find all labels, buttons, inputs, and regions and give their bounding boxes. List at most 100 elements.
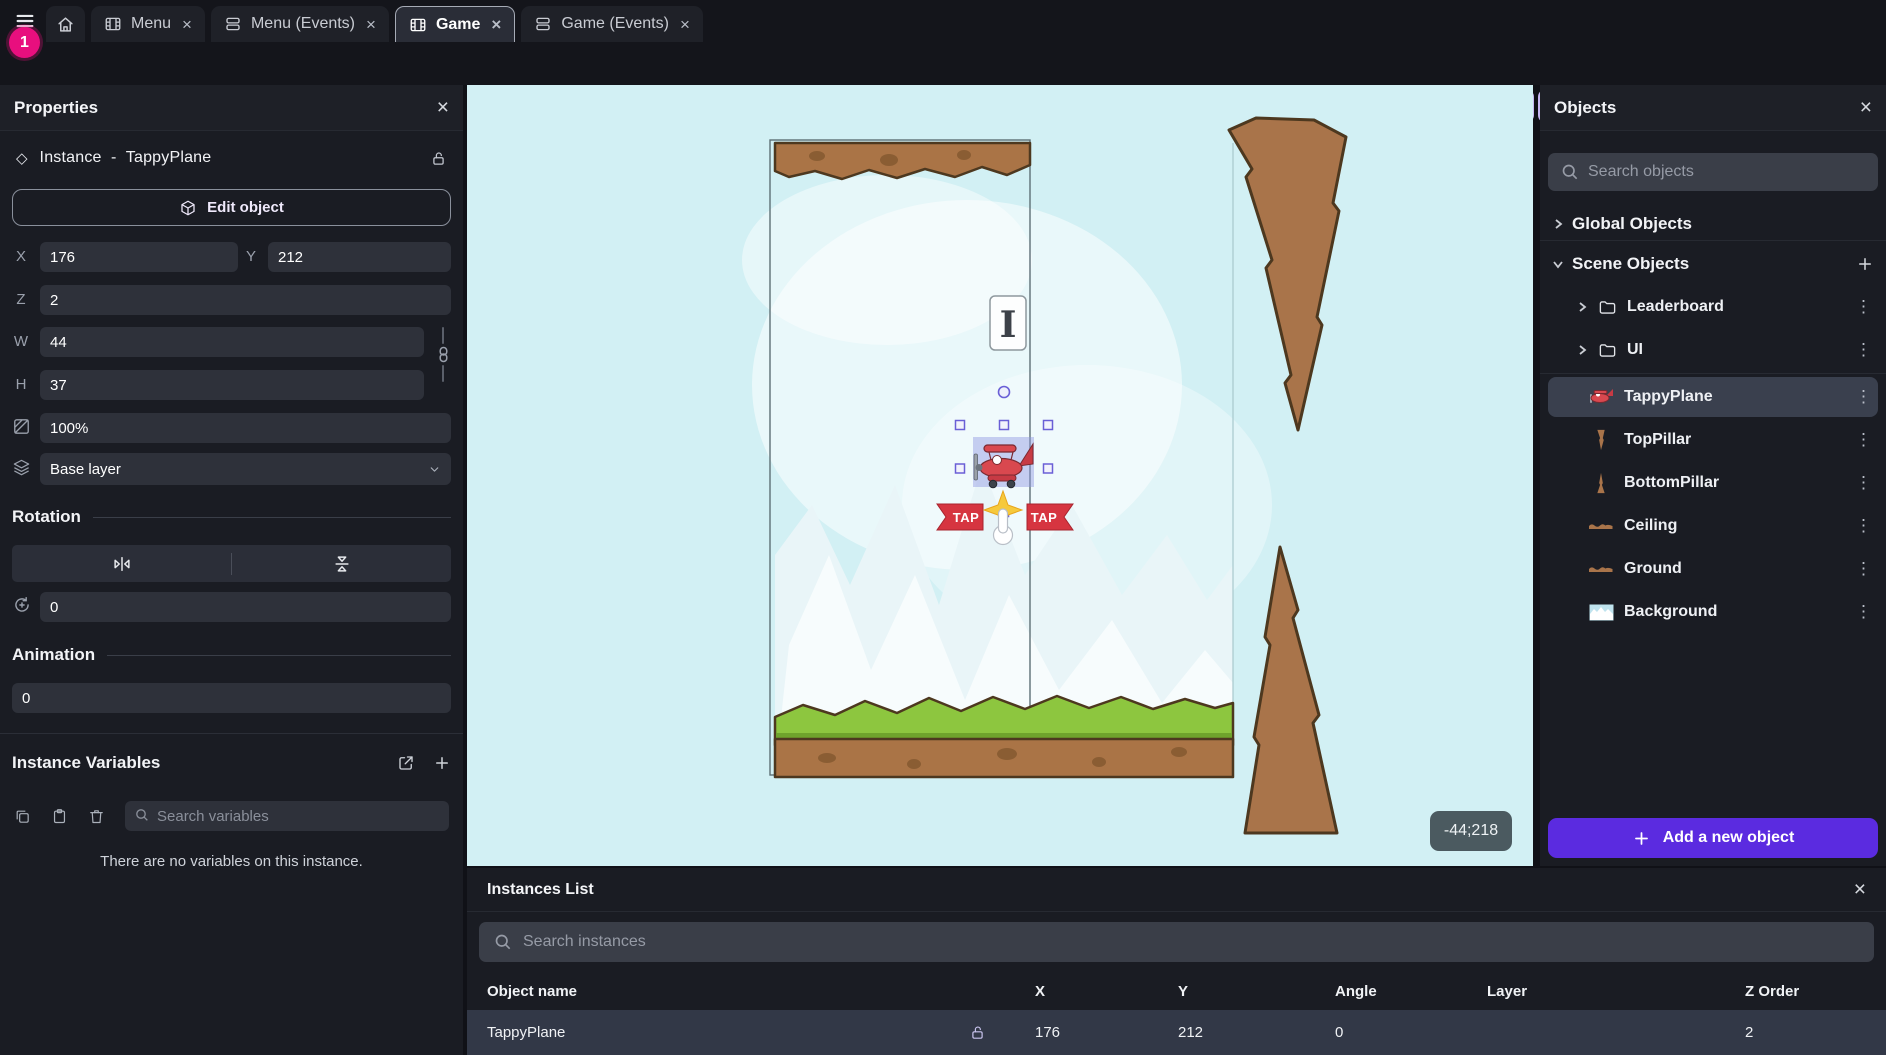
chevron-right-icon bbox=[1576, 301, 1588, 313]
object-row-toppillar[interactable]: TopPillar ⋮ bbox=[1548, 421, 1878, 459]
tab-bar: Menu × Menu (Events) × Game × Game (Even… bbox=[0, 0, 1886, 43]
tappyplane-instance[interactable] bbox=[973, 437, 1034, 488]
kebab-icon[interactable]: ⋮ bbox=[1855, 340, 1872, 360]
object-row-ground[interactable]: Ground ⋮ bbox=[1548, 550, 1878, 588]
kebab-icon[interactable]: ⋮ bbox=[1855, 559, 1872, 579]
tab-strip: Menu × Menu (Events) × Game × Game (Even… bbox=[46, 6, 703, 42]
kebab-icon[interactable]: ⋮ bbox=[1855, 430, 1872, 450]
flip-vertical-icon bbox=[331, 553, 353, 575]
y-label: Y bbox=[238, 248, 264, 265]
background-thumbnail bbox=[1588, 604, 1614, 621]
object-row-tappyplane[interactable]: TappyPlane ⋮ bbox=[1548, 377, 1878, 417]
kebab-icon[interactable]: ⋮ bbox=[1855, 602, 1872, 622]
layer-select[interactable]: Base layer bbox=[40, 453, 451, 485]
animation-field[interactable] bbox=[12, 683, 451, 713]
variables-empty-message: There are no variables on this instance. bbox=[0, 853, 463, 870]
object-folder-leaderboard[interactable]: Leaderboard ⋮ bbox=[1548, 288, 1878, 326]
column-y[interactable]: Y bbox=[1178, 976, 1188, 1006]
tab-menu-events[interactable]: Menu (Events) × bbox=[211, 6, 389, 42]
object-folder-ui[interactable]: UI ⋮ bbox=[1548, 331, 1878, 369]
close-icon[interactable]: × bbox=[366, 16, 376, 33]
z-label: Z bbox=[8, 291, 34, 308]
chevron-down-icon bbox=[1552, 258, 1564, 270]
tap-label-left: TAP bbox=[953, 510, 980, 525]
tab-menu[interactable]: Menu × bbox=[91, 6, 205, 42]
h-label: H bbox=[8, 376, 34, 393]
w-field[interactable] bbox=[40, 327, 424, 357]
kebab-icon[interactable]: ⋮ bbox=[1855, 387, 1872, 407]
bottompillar-thumbnail bbox=[1588, 472, 1614, 494]
column-layer[interactable]: Layer bbox=[1487, 976, 1527, 1006]
column-angle[interactable]: Angle bbox=[1335, 976, 1377, 1006]
toolbar: Preview Share bbox=[0, 42, 1886, 85]
search-icon bbox=[493, 932, 513, 952]
kebab-icon[interactable]: ⋮ bbox=[1855, 297, 1872, 317]
z-field[interactable] bbox=[40, 285, 451, 315]
y-field[interactable] bbox=[268, 242, 451, 272]
size-link-toggle[interactable] bbox=[432, 327, 454, 400]
search-icon bbox=[1560, 162, 1580, 182]
objects-search-input[interactable] bbox=[1548, 153, 1878, 191]
add-new-object-button[interactable]: Add a new object bbox=[1548, 818, 1878, 858]
lock-open-icon[interactable] bbox=[430, 150, 447, 167]
rotation-field[interactable] bbox=[40, 592, 451, 622]
h-field[interactable] bbox=[40, 370, 424, 400]
add-object-icon[interactable] bbox=[1856, 255, 1874, 273]
object-row-ceiling[interactable]: Ceiling ⋮ bbox=[1548, 507, 1878, 545]
flip-horizontal-icon bbox=[111, 553, 133, 575]
tap-label-right: TAP bbox=[1031, 510, 1058, 525]
flip-horizontal-button[interactable] bbox=[12, 553, 231, 575]
objects-panel: Objects × Global Objects Scene Objects L… bbox=[1540, 85, 1886, 866]
tab-label: Game (Events) bbox=[561, 15, 669, 33]
objects-title: Objects bbox=[1554, 98, 1616, 118]
close-icon[interactable]: × bbox=[437, 97, 449, 118]
tab-home[interactable] bbox=[46, 6, 85, 42]
tab-game-events[interactable]: Game (Events) × bbox=[521, 6, 703, 42]
tab-game[interactable]: Game × bbox=[395, 6, 515, 42]
lock-open-icon[interactable] bbox=[969, 1010, 986, 1055]
plus-icon bbox=[1632, 829, 1651, 848]
tab-label: Menu bbox=[131, 15, 171, 33]
column-x[interactable]: X bbox=[1035, 976, 1045, 1006]
opacity-field[interactable] bbox=[40, 413, 451, 443]
instances-title: Instances List bbox=[487, 881, 594, 899]
scene-canvas[interactable]: I TAP TAP bbox=[467, 85, 1533, 866]
add-variable-icon[interactable] bbox=[433, 754, 451, 772]
tappyplane-thumbnail bbox=[1588, 387, 1614, 408]
close-icon[interactable]: × bbox=[1854, 879, 1866, 900]
toppillar-thumbnail bbox=[1588, 429, 1614, 451]
object-row-bottompillar[interactable]: BottomPillar ⋮ bbox=[1548, 464, 1878, 502]
trash-icon[interactable] bbox=[88, 808, 105, 825]
flip-vertical-button[interactable] bbox=[232, 553, 451, 575]
paste-icon[interactable] bbox=[51, 808, 68, 825]
search-icon bbox=[134, 807, 150, 823]
ceiling-thumbnail bbox=[1588, 521, 1614, 531]
edit-object-button[interactable]: Edit object bbox=[12, 189, 451, 226]
instances-search-input[interactable] bbox=[479, 922, 1874, 962]
animation-section-header: Animation bbox=[12, 645, 451, 665]
kebab-icon[interactable]: ⋮ bbox=[1855, 473, 1872, 493]
column-object-name[interactable]: Object name bbox=[487, 976, 577, 1006]
object-2d-icon bbox=[179, 199, 197, 217]
global-objects-group[interactable]: Global Objects bbox=[1540, 207, 1886, 241]
close-icon[interactable]: × bbox=[182, 16, 192, 33]
object-row-background[interactable]: Background ⋮ bbox=[1548, 593, 1878, 631]
instances-table-header: Object name X Y Angle Layer Z Order bbox=[467, 976, 1886, 1006]
variables-search-input[interactable] bbox=[125, 801, 449, 831]
scene-objects-group[interactable]: Scene Objects bbox=[1540, 247, 1886, 281]
tap-indicator-card: I bbox=[990, 296, 1026, 350]
close-icon[interactable]: × bbox=[491, 16, 501, 33]
instance-row-tappyplane[interactable]: TappyPlane 176 212 0 2 bbox=[467, 1010, 1886, 1055]
copy-icon[interactable] bbox=[14, 808, 31, 825]
scene-tab-icon bbox=[104, 15, 122, 33]
external-link-icon[interactable] bbox=[397, 754, 415, 772]
selection-rotate-handle[interactable] bbox=[999, 387, 1010, 398]
chevron-down-icon bbox=[428, 463, 441, 476]
close-icon[interactable]: × bbox=[680, 16, 690, 33]
kebab-icon[interactable]: ⋮ bbox=[1855, 516, 1872, 536]
chevron-right-icon bbox=[1552, 218, 1564, 230]
flip-controls bbox=[12, 545, 451, 582]
x-field[interactable] bbox=[40, 242, 238, 272]
column-z-order[interactable]: Z Order bbox=[1745, 976, 1799, 1006]
close-icon[interactable]: × bbox=[1860, 97, 1872, 118]
